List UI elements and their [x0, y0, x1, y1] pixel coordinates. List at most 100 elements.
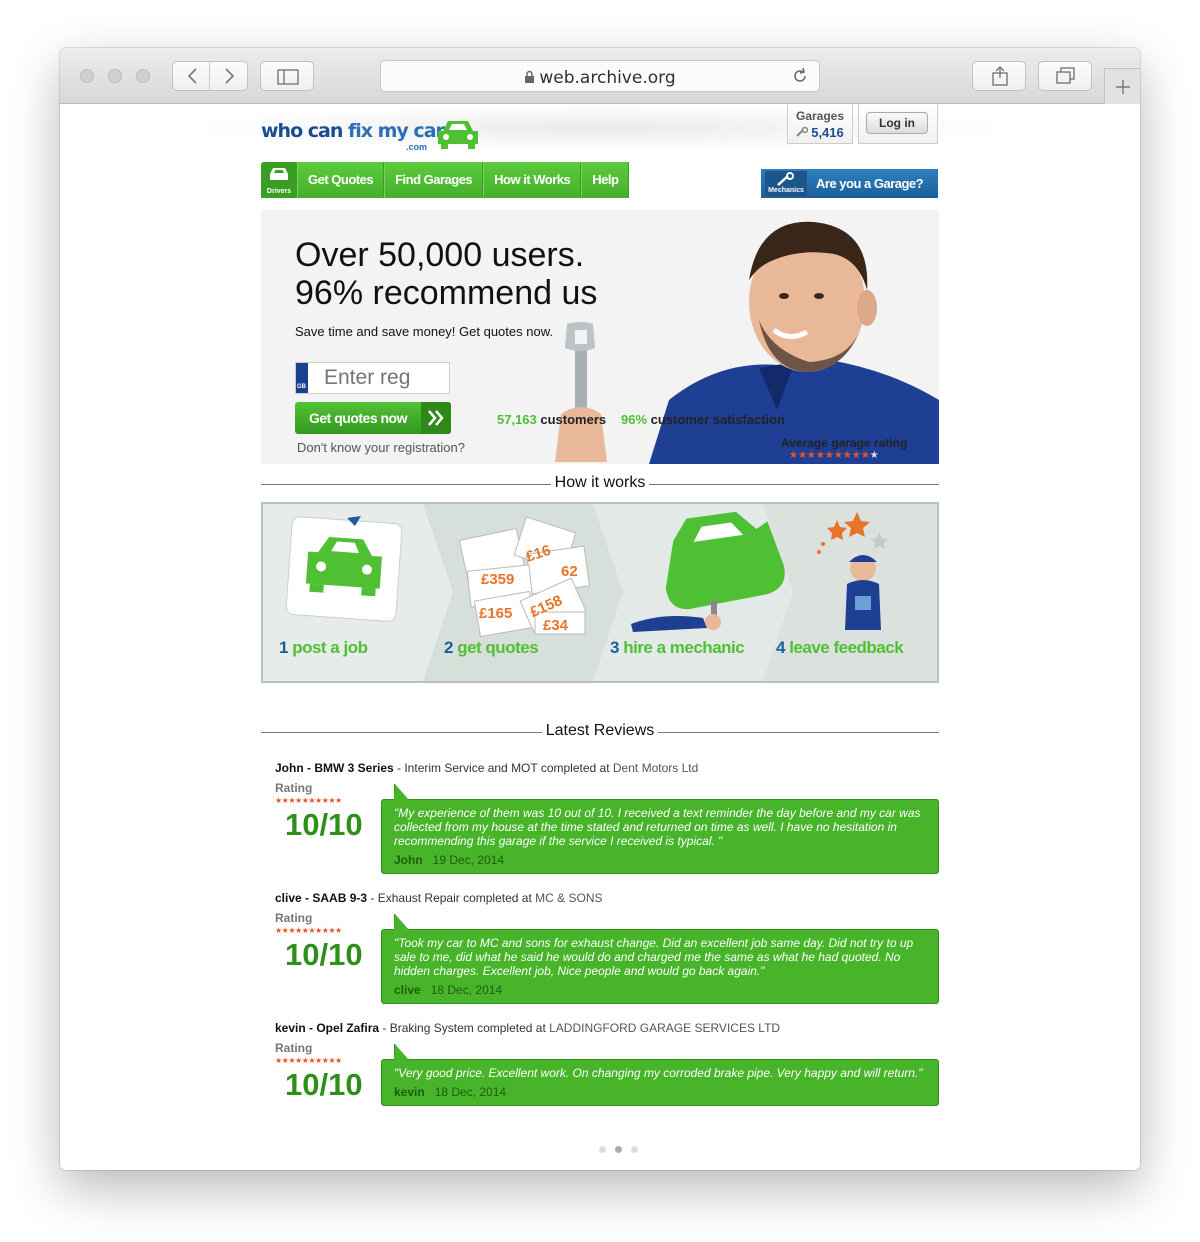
nav-find-garages[interactable]: Find Garages [384, 162, 484, 198]
post-a-job-card [285, 516, 403, 622]
average-rating-stars: ★★★★★★★★★★ [789, 450, 879, 461]
nav-drivers-label: Drivers [266, 188, 292, 195]
quote-price-34: £34 [543, 617, 569, 634]
login-button[interactable]: Log in [866, 112, 928, 134]
unknown-registration-link[interactable]: Don't know your registration? [297, 440, 465, 455]
car-icon [270, 168, 288, 180]
review-author: John [394, 853, 423, 867]
logo-text-who: who can [261, 120, 348, 142]
average-rating-filled-stars: ★★★★★★★★★ [789, 450, 870, 461]
review-reviewer-car: John - BMW 3 Series [275, 761, 394, 775]
tabs-overview-button[interactable] [1038, 61, 1092, 91]
review-rating-label: Rating [275, 911, 313, 925]
registration-input[interactable] [310, 363, 448, 393]
mechanics-label: Mechanics [768, 187, 804, 194]
review-garage-link[interactable]: LADDINGFORD GARAGE SERVICES LTD [549, 1021, 780, 1035]
review-garage-link[interactable]: Dent Motors Ltd [613, 761, 698, 775]
nav-how-it-works[interactable]: How it Works [483, 162, 582, 198]
login-panel: Log in [858, 104, 938, 144]
close-window-button[interactable] [80, 69, 94, 83]
how-it-works-heading: How it works [261, 474, 939, 496]
logo-text-fix: fix my car [347, 120, 445, 142]
hero-headline-line-1: Over 50,000 users. [295, 236, 585, 274]
review-job: - Interim Service and MOT completed at [393, 761, 613, 775]
average-rating-empty-star: ★ [869, 450, 879, 461]
hero-subtitle: Save time and save money! Get quotes now… [295, 324, 553, 339]
step-4-label: leave feedback [789, 638, 904, 657]
review-score: 10/10 [285, 807, 363, 842]
minimize-window-button[interactable] [108, 69, 122, 83]
quote-price-165: £165 [479, 605, 512, 622]
latest-reviews-title: Latest Reviews [541, 722, 659, 739]
wrench-in-hand-illustration [555, 322, 607, 462]
pager-dot[interactable] [599, 1146, 606, 1153]
site-logo[interactable]: who can fix my car .com [261, 114, 481, 152]
satisfaction-number: 96% [621, 412, 648, 427]
garage-cta-label: Are you a Garage? [816, 176, 924, 191]
review-rating-label: Rating [275, 781, 313, 795]
review-rating-stars: ★★★★★★★★★★ [275, 796, 342, 805]
quote-price-359: £359 [481, 571, 514, 588]
review-date: 18 Dec, 2014 [430, 983, 503, 997]
garages-counter[interactable]: Garages 5,416 [787, 104, 853, 144]
review-rating-label: Rating [275, 1041, 313, 1055]
how-it-works-panel: £359 £165 £158 £34 £16 62 1 post a job 2… [261, 502, 939, 683]
step-get-quotes: 2 get quotes [444, 638, 539, 658]
step-2-label: get quotes [457, 638, 539, 657]
garages-label: Garages [795, 109, 845, 123]
back-button[interactable] [173, 62, 210, 90]
customers-label: customers [540, 412, 607, 427]
share-button[interactable] [972, 61, 1026, 91]
forward-button[interactable] [211, 62, 248, 90]
get-quotes-now-button[interactable]: Get quotes now [295, 402, 451, 434]
zoom-window-button[interactable] [136, 69, 150, 83]
review-rating-stars: ★★★★★★★★★★ [275, 1056, 342, 1065]
nav-help[interactable]: Help [581, 162, 630, 198]
nav-get-quotes[interactable]: Get Quotes [297, 162, 385, 198]
review-reviewer-car: kevin - Opel Zafira [275, 1021, 380, 1035]
page-content: who can fix my car .com Garages 5,416 Lo… [181, 104, 1021, 1170]
nav-drivers-tab[interactable]: Drivers [261, 162, 297, 198]
step-1-label: post a job [292, 638, 368, 657]
how-it-works-title: How it works [550, 474, 650, 491]
review-garage-link[interactable]: MC & SONS [535, 891, 602, 905]
gb-label: GB [297, 384, 306, 390]
review-reviewer-car: clive - SAAB 9-3 [275, 891, 368, 905]
chevron-right-icon [225, 68, 235, 84]
review-job: - Exhaust Repair completed at [367, 891, 536, 905]
logo-wordmark: who can fix my car [261, 120, 445, 142]
review-score: 10/10 [285, 1067, 363, 1102]
review-byline: kevin 18 Dec, 2014 [394, 1085, 926, 1099]
address-bar[interactable]: web.archive.org [380, 60, 820, 92]
web-viewport: who can fix my car .com Garages 5,416 Lo… [60, 104, 1140, 1170]
garages-count: 5,416 [788, 125, 852, 140]
new-tab-button[interactable] [1104, 68, 1140, 104]
step-1-number: 1 [279, 638, 288, 657]
customers-number: 57,163 [497, 412, 537, 427]
review-date: 18 Dec, 2014 [434, 1085, 507, 1099]
pager-dot[interactable] [631, 1146, 638, 1153]
satisfaction-stat: 96% customer satisfaction [621, 412, 785, 427]
review-quote-bubble: "Very good price. Excellent work. On cha… [381, 1044, 939, 1106]
registration-field: GB [295, 362, 450, 394]
are-you-a-garage-button[interactable]: Mechanics Are you a Garage? [761, 169, 938, 198]
hero-banner: Over 50,000 users. 96% recommend us Save… [261, 210, 939, 464]
main-nav: Drivers Get Quotes Find Garages How it W… [261, 162, 630, 198]
sidebar-icon [277, 69, 299, 85]
chevron-left-icon [187, 68, 197, 84]
sidebar-toggle-button[interactable] [260, 61, 314, 91]
review-byline: clive 18 Dec, 2014 [394, 983, 926, 997]
review-quote: "My experience of them was 10 out of 10.… [394, 806, 921, 848]
browser-window: web.archive.org who can fix my car .com [60, 48, 1140, 1170]
lock-icon [525, 70, 535, 83]
review-quote-bubble: "Took my car to MC and sons for exhaust … [381, 914, 939, 1004]
review-quote-bubble: "My experience of them was 10 out of 10.… [381, 784, 939, 874]
review-job: - Braking System completed at [379, 1021, 550, 1035]
wrench-icon [777, 172, 794, 186]
latest-reviews-heading: Latest Reviews [261, 722, 939, 744]
average-rating-label: Average garage rating [781, 436, 908, 450]
reload-icon[interactable] [791, 67, 809, 85]
pager-dot-active[interactable] [615, 1146, 622, 1153]
review-quote: "Very good price. Excellent work. On cha… [394, 1066, 923, 1080]
step-leave-feedback: 4 leave feedback [776, 638, 904, 658]
